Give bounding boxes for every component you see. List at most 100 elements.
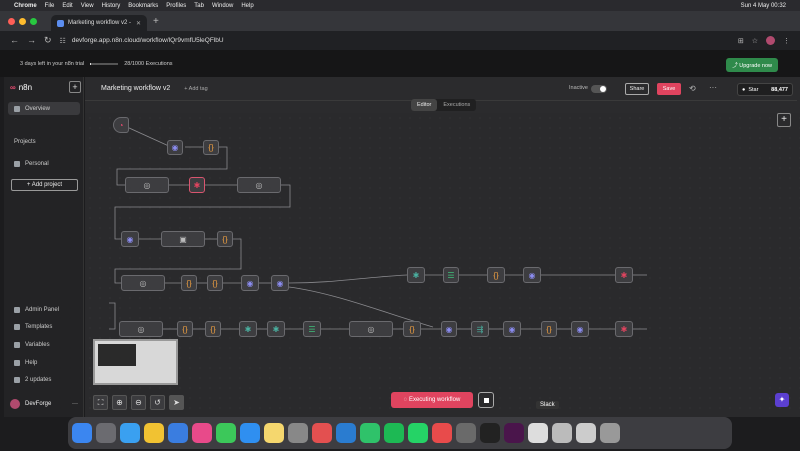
- menu-file[interactable]: File: [45, 3, 55, 9]
- node-prompt[interactable]: ◎: [121, 275, 165, 291]
- preview-icon[interactable]: [552, 423, 572, 443]
- system-settings-icon[interactable]: [288, 423, 308, 443]
- node-slack-c[interactable]: ✱: [267, 321, 285, 337]
- node-parse[interactable]: {}: [217, 231, 233, 247]
- node-ai-agent[interactable]: ▣: [161, 231, 205, 247]
- whatsapp-icon[interactable]: [408, 423, 428, 443]
- node-web-request[interactable]: ◎: [125, 177, 169, 193]
- node-post-linkedin[interactable]: ◉: [523, 267, 541, 283]
- close-window-button[interactable]: [8, 17, 15, 25]
- save-button[interactable]: Save: [657, 83, 681, 95]
- node-code[interactable]: {}: [203, 140, 219, 155]
- add-project-button[interactable]: + Add project: [11, 179, 78, 191]
- vscode-icon[interactable]: [336, 423, 356, 443]
- chrome-icon[interactable]: [144, 423, 164, 443]
- bookmark-star-icon[interactable]: ☆: [752, 37, 758, 45]
- user-more-icon[interactable]: ···: [72, 401, 78, 407]
- node-code-a[interactable]: {}: [181, 275, 197, 291]
- app-icon-c[interactable]: [456, 423, 476, 443]
- sidebar-item-overview[interactable]: Overview: [8, 102, 80, 115]
- menu-view[interactable]: View: [81, 3, 94, 9]
- stop-button[interactable]: [478, 392, 494, 408]
- photos-icon[interactable]: [192, 423, 212, 443]
- workflow-canvas[interactable]: ◔ ◉ {} ◎ ✱ ◎ ◉ ▣ {} ◎ {} {} ◉ ◉ ✱ ☰ {} ◉…: [85, 113, 800, 417]
- node-linkedin-gen[interactable]: ◉: [241, 275, 259, 291]
- install-app-icon[interactable]: ⊞: [738, 37, 744, 45]
- site-info-icon[interactable]: ☷: [60, 37, 66, 45]
- sidebar-item-help[interactable]: Help: [8, 356, 80, 369]
- new-tab-button[interactable]: +: [153, 16, 159, 27]
- zoom-out-icon[interactable]: ⊖: [131, 395, 146, 410]
- finder-icon[interactable]: [72, 423, 92, 443]
- node-http[interactable]: ◉: [167, 140, 183, 155]
- fit-view-icon[interactable]: ⛶: [93, 395, 108, 410]
- menu-tab[interactable]: Tab: [194, 3, 204, 9]
- trash-icon[interactable]: [600, 423, 620, 443]
- close-tab-icon[interactable]: ✕: [136, 20, 141, 27]
- node-code-b[interactable]: {}: [207, 275, 223, 291]
- node-code-d[interactable]: {}: [177, 321, 193, 337]
- node-slack-approval[interactable]: ✱: [407, 267, 425, 283]
- menu-profiles[interactable]: Profiles: [166, 3, 186, 9]
- mail-icon[interactable]: [168, 423, 188, 443]
- url-field[interactable]: devforge.app.n8n.cloud/workflow/lQr9vmfU…: [72, 37, 224, 44]
- zoom-window-button[interactable]: [30, 17, 37, 25]
- n8n-logo[interactable]: ∞ n8n: [10, 83, 32, 92]
- node-code-c[interactable]: {}: [487, 267, 505, 283]
- launchpad-icon[interactable]: [96, 423, 116, 443]
- app-icon-b[interactable]: [432, 423, 452, 443]
- screenshot-icon[interactable]: [576, 423, 596, 443]
- terminal-icon[interactable]: [480, 423, 500, 443]
- tab-editor[interactable]: Editor: [411, 99, 438, 111]
- menu-bookmarks[interactable]: Bookmarks: [128, 3, 158, 9]
- notes-icon[interactable]: [264, 423, 284, 443]
- user-menu[interactable]: DevForge ···: [4, 396, 84, 412]
- create-button[interactable]: +: [69, 81, 81, 93]
- document-icon[interactable]: [528, 423, 548, 443]
- upwork-icon[interactable]: [360, 423, 380, 443]
- execute-workflow-button[interactable]: ◌ Executing workflow: [391, 392, 473, 408]
- safari-icon[interactable]: [120, 423, 140, 443]
- spotify-icon[interactable]: [384, 423, 404, 443]
- browser-menu-icon[interactable]: ⋮: [783, 37, 790, 45]
- minimize-window-button[interactable]: [19, 17, 26, 25]
- workflow-title[interactable]: Marketing workflow v2: [101, 85, 170, 92]
- menu-help[interactable]: Help: [241, 3, 253, 9]
- slack-dock-icon[interactable]: [504, 423, 524, 443]
- github-star-button[interactable]: ● Star 88,477: [737, 83, 793, 96]
- add-tag-link[interactable]: + Add tag: [184, 86, 207, 92]
- zoom-in-icon[interactable]: ⊕: [112, 395, 127, 410]
- node-slack-post-b[interactable]: ✱: [615, 321, 633, 337]
- app-icon-a[interactable]: [312, 423, 332, 443]
- app-store-icon[interactable]: [240, 423, 260, 443]
- schedule-trigger-node[interactable]: ◔: [113, 117, 129, 133]
- browser-tab[interactable]: Marketing workflow v2 - ✕: [51, 15, 147, 31]
- history-icon[interactable]: ⟲: [689, 84, 696, 93]
- node-http-b[interactable]: ◉: [441, 321, 457, 337]
- node-openai[interactable]: ◎: [349, 321, 393, 337]
- upgrade-button[interactable]: ⤴ Upgrade now: [726, 58, 778, 72]
- node-merge[interactable]: ⇶: [471, 321, 489, 337]
- reload-icon[interactable]: ↻: [44, 35, 52, 46]
- screenshot-thumbnail[interactable]: [93, 339, 178, 385]
- pointer-icon[interactable]: ➤: [169, 395, 184, 410]
- tab-executions[interactable]: Executions: [437, 99, 476, 111]
- back-icon[interactable]: ←: [10, 35, 19, 46]
- sidebar-item-templates[interactable]: Templates: [8, 320, 80, 333]
- profile-avatar[interactable]: [766, 36, 775, 45]
- node-slack-b[interactable]: ✱: [239, 321, 257, 337]
- node-slack-post[interactable]: ✱: [615, 267, 633, 283]
- node-if-b[interactable]: ☰: [303, 321, 321, 337]
- share-button[interactable]: Share: [625, 83, 649, 95]
- node-code-f[interactable]: {}: [403, 321, 421, 337]
- node-code-g[interactable]: {}: [541, 321, 557, 337]
- node-code-e[interactable]: {}: [205, 321, 221, 337]
- node-web-search[interactable]: ◉: [121, 231, 139, 247]
- menu-app[interactable]: Chrome: [14, 3, 37, 9]
- facetime-icon[interactable]: [216, 423, 236, 443]
- more-options-icon[interactable]: ···: [709, 83, 717, 92]
- node-linkedin-img[interactable]: ◉: [271, 275, 289, 291]
- add-node-button[interactable]: +: [777, 113, 791, 127]
- active-toggle[interactable]: [591, 85, 607, 93]
- forward-icon[interactable]: →: [27, 35, 36, 46]
